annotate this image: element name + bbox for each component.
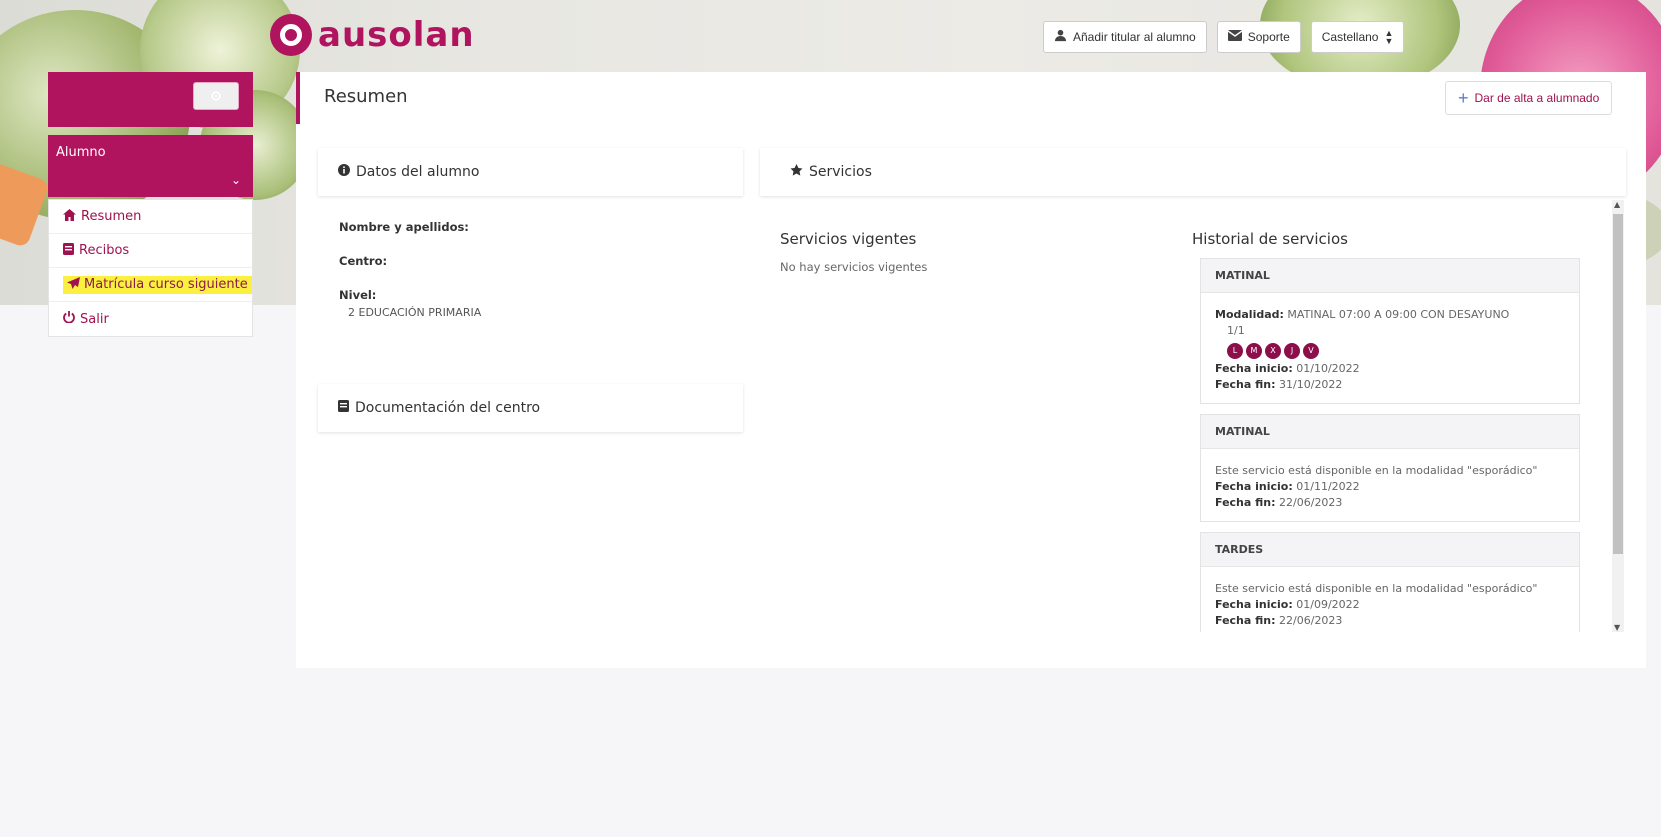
history-item-body: Modalidad: MATINAL 07:00 A 09:00 CON DES…: [1201, 293, 1579, 403]
history-item: TARDES Este servicio está disponible en …: [1200, 532, 1580, 632]
card-title: Servicios: [809, 164, 872, 180]
star-icon: [790, 164, 803, 180]
end-label: Fecha fin:: [1215, 378, 1276, 391]
logo-icon: [270, 14, 312, 56]
sidebar-item-label: Salir: [80, 311, 109, 327]
end-value: 31/10/2022: [1279, 378, 1343, 391]
plus-icon: +: [1458, 87, 1469, 108]
page-title: Resumen: [324, 86, 408, 107]
history-item: MATINAL Modalidad: MATINAL 07:00 A 09:00…: [1200, 258, 1580, 404]
history-note: Este servicio está disponible en la moda…: [1215, 464, 1538, 477]
start-label: Fecha inicio:: [1215, 480, 1293, 493]
sidebar-item-label: Matrícula curso siguiente: [84, 277, 248, 292]
home-icon: [63, 208, 76, 225]
sidebar-item-salir[interactable]: Salir: [49, 302, 252, 336]
history-item-name: MATINAL: [1201, 259, 1579, 293]
book-icon: [338, 400, 349, 416]
weekday-badges: L M X J V: [1227, 343, 1565, 359]
add-student-button[interactable]: + Dar de alta a alumnado: [1445, 81, 1613, 115]
info-icon: [338, 164, 350, 180]
start-value: 01/10/2022: [1296, 362, 1360, 375]
history-scrollbar[interactable]: ▲ ▼: [1612, 200, 1624, 632]
envelope-icon: [1227, 30, 1243, 44]
scroll-thumb[interactable]: [1613, 214, 1623, 554]
modalidad-value: MATINAL 07:00 A 09:00 CON DESAYUNO: [1287, 308, 1510, 321]
sidebar-menu: Resumen Recibos Matrícula curso siguient…: [48, 199, 253, 337]
brand-logo[interactable]: ausolan: [270, 14, 475, 56]
day-badge: V: [1303, 343, 1319, 359]
card-title: Datos del alumno: [356, 164, 480, 180]
end-value: 22/06/2023: [1279, 614, 1343, 627]
fraction-text: 1/1: [1227, 324, 1245, 337]
no-services-text: No hay servicios vigentes: [780, 260, 928, 274]
history-item-name: MATINAL: [1201, 415, 1579, 449]
current-services-title: Servicios vigentes: [780, 230, 917, 248]
start-value: 01/09/2022: [1296, 598, 1360, 611]
student-data-card-header: Datos del alumno: [318, 148, 743, 196]
add-student-label: Dar de alta a alumnado: [1474, 91, 1600, 105]
level-label: Nivel:: [339, 288, 377, 302]
sort-icon: ▲ ▼: [1384, 28, 1394, 46]
power-icon: [63, 311, 75, 327]
sidebar-item-matricula[interactable]: Matrícula curso siguiente: [49, 268, 252, 302]
history-title: Historial de servicios: [1192, 230, 1348, 248]
highlighted-item: Matrícula curso siguiente: [63, 275, 252, 294]
brand-name: ausolan: [318, 15, 475, 55]
history-note: Este servicio está disponible en la moda…: [1215, 582, 1538, 595]
history-item: MATINAL Este servicio está disponible en…: [1200, 414, 1580, 522]
add-holder-button[interactable]: Añadir titular al alumno: [1043, 21, 1207, 53]
level-value: 2 EDUCACIÓN PRIMARIA: [348, 306, 482, 319]
history-item-body: Este servicio está disponible en la moda…: [1201, 567, 1579, 632]
start-value: 01/11/2022: [1296, 480, 1360, 493]
history-item-name: TARDES: [1201, 533, 1579, 567]
user-section-label: Alumno: [56, 145, 106, 160]
end-value: 22/06/2023: [1279, 496, 1343, 509]
user-icon: [1054, 29, 1067, 45]
day-badge: M: [1246, 343, 1262, 359]
scroll-down-icon[interactable]: ▼: [1614, 623, 1620, 632]
top-actions: Añadir titular al alumno Soporte Castell…: [1043, 21, 1405, 53]
cogs-icon: ⚙: [209, 87, 223, 104]
paper-plane-icon: [67, 276, 80, 293]
modalidad-label: Modalidad:: [1215, 308, 1284, 321]
services-history-list[interactable]: MATINAL Modalidad: MATINAL 07:00 A 09:00…: [1200, 258, 1580, 632]
sidebar-header: ⚙: [48, 72, 253, 127]
sidebar-item-label: Recibos: [79, 243, 130, 258]
name-label: Nombre y apellidos:: [339, 220, 469, 234]
book-icon: [63, 242, 74, 259]
center-label: Centro:: [339, 254, 388, 268]
settings-button[interactable]: ⚙: [193, 82, 239, 110]
support-label: Soporte: [1247, 30, 1290, 44]
support-button[interactable]: Soporte: [1216, 21, 1301, 53]
sidebar-item-resumen[interactable]: Resumen: [49, 200, 252, 234]
card-title: Documentación del centro: [355, 400, 541, 416]
sidebar-user-section[interactable]: Alumno ⌄: [48, 135, 253, 197]
day-badge: J: [1284, 343, 1300, 359]
add-holder-label: Añadir titular al alumno: [1073, 30, 1196, 44]
scroll-up-icon[interactable]: ▲: [1614, 200, 1620, 209]
sidebar-item-label: Resumen: [81, 209, 142, 224]
end-label: Fecha fin:: [1215, 496, 1276, 509]
chevron-down-icon: ⌄: [230, 173, 241, 187]
language-label: Castellano: [1321, 30, 1379, 44]
services-card-header: Servicios: [760, 148, 1626, 196]
start-label: Fecha inicio:: [1215, 598, 1293, 611]
language-select[interactable]: Castellano ▲ ▼: [1310, 21, 1405, 53]
day-badge: L: [1227, 343, 1243, 359]
sidebar-item-recibos[interactable]: Recibos: [49, 234, 252, 268]
docs-card-header[interactable]: Documentación del centro: [318, 384, 743, 432]
start-label: Fecha inicio:: [1215, 362, 1293, 375]
history-item-body: Este servicio está disponible en la moda…: [1201, 449, 1579, 521]
title-accent: [296, 72, 300, 124]
end-label: Fecha fin:: [1215, 614, 1276, 627]
day-badge: X: [1265, 343, 1281, 359]
